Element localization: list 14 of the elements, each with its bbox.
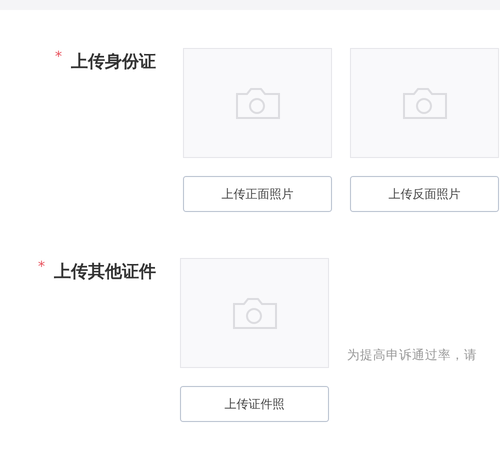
image-upload-slot[interactable] — [180, 258, 329, 368]
upload-button[interactable]: 上传正面照片 — [183, 176, 332, 212]
upload-button[interactable]: 上传证件照 — [180, 386, 329, 422]
camera-icon — [234, 86, 280, 120]
required-mark: * — [55, 50, 62, 67]
image-upload-slot[interactable] — [350, 48, 499, 158]
hint-text: 为提高申诉通过率，请 — [347, 347, 477, 364]
camera-icon — [232, 296, 278, 330]
image-upload-slot[interactable] — [183, 48, 332, 158]
upload-button[interactable]: 上传反面照片 — [350, 176, 499, 212]
field-label: 上传其他证件 — [54, 261, 156, 283]
field-label: 上传身份证 — [71, 51, 156, 73]
required-mark: * — [38, 260, 45, 277]
camera-icon — [402, 86, 448, 120]
